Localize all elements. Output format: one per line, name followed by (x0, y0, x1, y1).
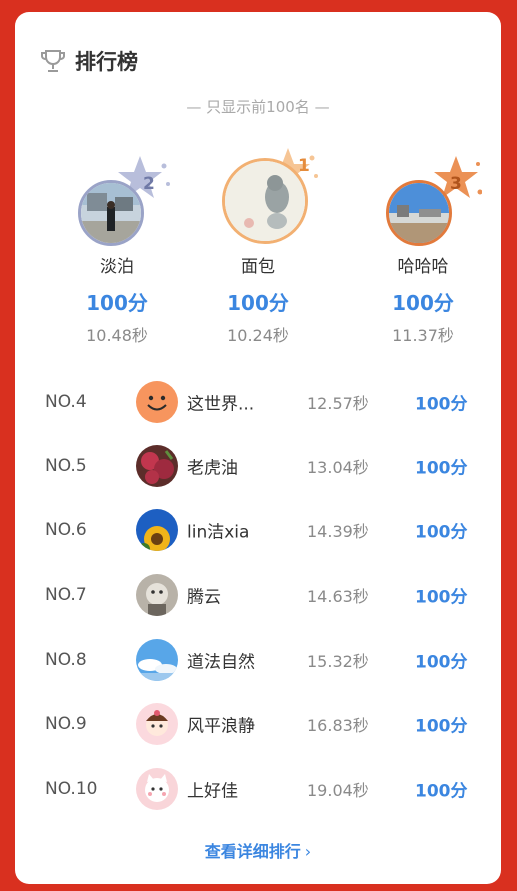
girl-avatar-icon (136, 703, 178, 745)
list-item[interactable]: NO.6 lin洁xia 14.39秒 100分 (15, 498, 501, 562)
rank-label: NO.9 (45, 714, 87, 734)
avatar (136, 574, 178, 616)
avatar (136, 381, 178, 423)
sunflower-avatar-icon (136, 509, 178, 551)
smiley-avatar-icon (136, 381, 178, 423)
player-time: 14.39秒 (307, 522, 369, 541)
player-score: 100分 (415, 522, 468, 543)
podium-rank-badge: 1 (298, 156, 310, 176)
rank-label: NO.8 (45, 650, 87, 670)
cartoon-avatar-icon (136, 574, 178, 616)
player-score: 100分 (415, 394, 468, 415)
player-time: 16.83秒 (307, 716, 369, 735)
trophy-icon (41, 50, 65, 72)
podium-time: 11.37秒 (392, 326, 454, 345)
list-item[interactable]: NO.10 上好佳 19.04秒 100分 (15, 757, 501, 821)
player-time: 12.57秒 (307, 394, 369, 413)
avatar (386, 180, 452, 246)
avatar-photo-icon (389, 183, 449, 243)
list-item[interactable]: NO.7 腾云 14.63秒 100分 (15, 563, 501, 627)
player-time: 15.32秒 (307, 652, 369, 671)
avatar (136, 703, 178, 745)
avatar-photo-icon (81, 183, 141, 243)
podium-time: 10.24秒 (227, 326, 289, 345)
podium-rank-badge: 2 (143, 174, 155, 194)
player-time: 13.04秒 (307, 458, 369, 477)
player-score: 100分 (415, 716, 468, 737)
player-name: 腾云 (187, 587, 221, 608)
avatar (136, 639, 178, 681)
podium-rank-badge: 3 (450, 174, 462, 194)
rank-label: NO.6 (45, 520, 87, 540)
leaderboard-header: 排行榜 (39, 46, 138, 76)
top100-subtitle: — 只显示前100名 — (186, 98, 330, 116)
player-name: 这世界... (187, 394, 255, 415)
avatar (78, 180, 144, 246)
leaderboard-card: 排行榜 — 只显示前100名 — 2 淡泊 100分 10.48秒 1 面包 1… (15, 12, 501, 884)
avatar (136, 509, 178, 551)
list-item[interactable]: NO.9 风平浪静 16.83秒 100分 (15, 692, 501, 756)
list-item[interactable]: NO.4 这世界... 12.57秒 100分 (15, 370, 501, 434)
chevron-right-icon: › (304, 842, 312, 861)
rank-label: NO.4 (45, 392, 87, 412)
podium-first[interactable]: 1 面包 100分 10.24秒 (198, 148, 318, 346)
list-item[interactable]: NO.5 老虎油 13.04秒 100分 (15, 434, 501, 498)
cat-avatar-icon (136, 768, 178, 810)
podium-second[interactable]: 2 淡泊 100分 10.48秒 (64, 152, 184, 346)
player-name: 老虎油 (187, 458, 238, 479)
podium-name: 面包 (241, 257, 275, 277)
player-score: 100分 (415, 587, 468, 608)
view-detailed-ranking-link[interactable]: 查看详细排行 › (15, 838, 501, 862)
player-name: 上好佳 (187, 781, 238, 802)
avatar (136, 445, 178, 487)
list-item[interactable]: NO.8 道法自然 15.32秒 100分 (15, 628, 501, 692)
player-score: 100分 (415, 652, 468, 673)
player-name: 道法自然 (187, 652, 255, 673)
fruit-avatar-icon (136, 445, 178, 487)
player-time: 19.04秒 (307, 781, 369, 800)
player-name: 风平浪静 (187, 716, 255, 737)
avatar (136, 768, 178, 810)
sky-avatar-icon (136, 639, 178, 681)
player-time: 14.63秒 (307, 587, 369, 606)
podium-score: 100分 (227, 291, 289, 315)
rank-label: NO.7 (45, 585, 87, 605)
podium-name: 哈哈哈 (397, 257, 449, 277)
rank-label: NO.10 (45, 779, 98, 799)
podium-name: 淡泊 (100, 257, 134, 277)
player-score: 100分 (415, 458, 468, 479)
podium-score: 100分 (86, 291, 148, 315)
rank-label: NO.5 (45, 456, 87, 476)
podium-time: 10.48秒 (86, 326, 148, 345)
podium-score: 100分 (392, 291, 454, 315)
player-score: 100分 (415, 781, 468, 802)
page-title: 排行榜 (75, 50, 138, 74)
podium-third[interactable]: 3 哈哈哈 100分 11.37秒 (368, 152, 488, 346)
player-name: lin洁xia (187, 522, 250, 543)
avatar (222, 158, 308, 244)
avatar-photo-icon (225, 161, 305, 241)
view-more-label: 查看详细排行 (204, 842, 301, 861)
